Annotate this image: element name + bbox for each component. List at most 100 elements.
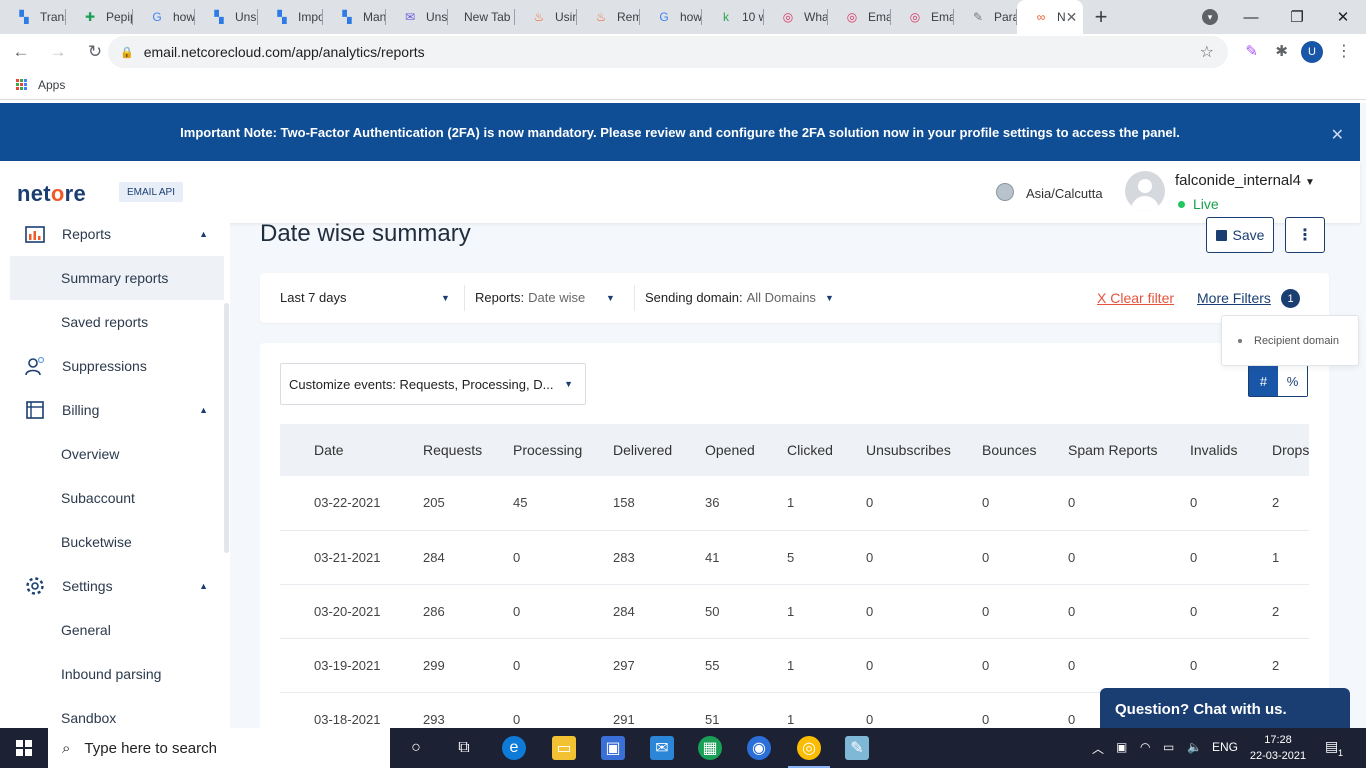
clear-filter-link[interactable]: X Clear filter [1097, 290, 1174, 306]
browser-tab[interactable]: ✉ Unsu [386, 0, 448, 34]
sidebar-item-sandbox[interactable]: Sandbox [10, 696, 224, 728]
browser-menu-icon[interactable]: ⋮ [1336, 41, 1352, 61]
close-notice-icon[interactable]: ✕ [1331, 125, 1344, 145]
address-bar[interactable]: 🔒 email.netcorecloud.com/app/analytics/r… [108, 36, 1228, 68]
username-dropdown[interactable]: falconide_internal4 ▼ [1175, 172, 1315, 189]
maximize-icon[interactable]: ❐ [1274, 0, 1320, 34]
tab-search-icon[interactable]: ▾ [1202, 9, 1218, 25]
column-header[interactable]: Invalids [1190, 424, 1272, 476]
timezone-label[interactable]: Asia/Calcutta [1026, 186, 1103, 201]
back-icon[interactable]: ← [5, 36, 37, 68]
sidebar-item-summary-reports[interactable]: Summary reports [10, 256, 224, 300]
column-header[interactable]: Spam Reports [1068, 424, 1190, 476]
minimize-icon[interactable]: — [1228, 0, 1274, 34]
table-cell: 2 [1272, 476, 1309, 531]
outlook-icon[interactable]: ◉ [747, 736, 771, 760]
notifications-icon[interactable]: ▤ [1325, 738, 1338, 755]
sending-domain-select[interactable]: Sending domain: All Domains [645, 290, 816, 305]
volume-icon[interactable]: 🔈 [1187, 740, 1202, 754]
browser-tab[interactable]: Ghow [133, 0, 195, 34]
taskbar-search-input[interactable]: ⌕ Type here to search [48, 728, 390, 768]
close-window-icon[interactable]: ✕ [1320, 0, 1366, 34]
cortana-icon[interactable]: ○ [404, 736, 428, 760]
sidebar-item-inbound-parsing[interactable]: Inbound parsing [10, 652, 224, 696]
notepad-icon[interactable]: ✎ [845, 736, 869, 760]
store-icon[interactable]: ▣ [601, 736, 625, 760]
browser-tab[interactable]: ◎ Wha [764, 0, 828, 34]
sidebar-item-subaccount[interactable]: Subaccount [10, 476, 224, 520]
sidebar-item-settings[interactable]: Settings ▲ [10, 564, 224, 608]
file-explorer-icon[interactable]: ▭ [552, 736, 576, 760]
browser-tab[interactable]: ▚ Impo [258, 0, 323, 34]
taskbar-clock[interactable]: 17:28 22-03-2021 [1248, 732, 1308, 764]
battery-icon[interactable]: ▭ [1163, 740, 1174, 754]
browser-tab[interactable]: ♨ Rem [577, 0, 640, 34]
browser-tab[interactable]: ◎ Ema [891, 0, 954, 34]
sidebar-scrollbar[interactable] [224, 303, 229, 553]
sidebar-item-bucketwise[interactable]: Bucketwise [10, 520, 224, 564]
sidebar-item-billing[interactable]: Billing ▲ [10, 388, 224, 432]
column-header[interactable]: Opened [705, 424, 787, 476]
column-header[interactable]: Date [314, 424, 423, 476]
caret-down-icon[interactable]: ▼ [606, 293, 615, 303]
sidebar-item-general[interactable]: General [10, 608, 224, 652]
email-api-badge: EMAIL API [119, 182, 183, 202]
apps-bookmark[interactable]: Apps [38, 78, 65, 92]
browser-tab[interactable]: ▚ Trans [0, 0, 66, 34]
sidebar-item-overview[interactable]: Overview [10, 432, 224, 476]
bookmark-star-icon[interactable]: ☆ [1200, 42, 1214, 62]
customize-events-select[interactable]: Customize events: Requests, Processing, … [280, 363, 586, 405]
extensions-puzzle-icon[interactable]: ✱ [1275, 42, 1288, 60]
edge-icon[interactable]: e [502, 736, 526, 760]
browser-tab[interactable]: ✚ Pepip [66, 0, 133, 34]
language-indicator[interactable]: ENG [1212, 740, 1238, 754]
table-cell: 284 [423, 530, 513, 585]
sidebar-item-suppressions[interactable]: Suppressions [10, 344, 224, 388]
reports-type-select[interactable]: Reports: Date wise [475, 290, 585, 305]
windows-start-icon[interactable] [0, 728, 48, 768]
column-header[interactable]: Requests [423, 424, 513, 476]
close-tab-icon[interactable]: ✕ [1066, 9, 1078, 26]
forward-icon[interactable]: → [42, 36, 74, 68]
netcore-logo[interactable]: netore [17, 181, 86, 207]
browser-tab[interactable]: ♨ Usin [515, 0, 577, 34]
more-options-button[interactable]: ⋮ [1285, 217, 1325, 253]
caret-down-icon[interactable]: ▼ [825, 293, 834, 303]
pen-extension-icon[interactable]: ✎ [1245, 42, 1258, 60]
mail-icon[interactable]: ✉ [650, 736, 674, 760]
browser-tab[interactable]: ✎ Para [954, 0, 1017, 34]
tray-up-arrow-icon[interactable]: ︿ [1092, 740, 1104, 757]
user-avatar[interactable] [1125, 171, 1165, 211]
column-header[interactable]: Clicked [787, 424, 866, 476]
date-range-select[interactable]: Last 7 days [280, 290, 347, 305]
browser-tab[interactable]: ◎ Ema [828, 0, 891, 34]
new-tab-icon[interactable]: + [1083, 4, 1119, 30]
browser-tab[interactable]: ∞ N ✕ [1017, 0, 1083, 34]
profile-avatar[interactable]: U [1301, 41, 1323, 63]
chat-with-us-button[interactable]: Question? Chat with us. [1100, 688, 1350, 728]
sidebar-item-saved-reports[interactable]: Saved reports [10, 300, 224, 344]
wifi-icon[interactable]: ◠ [1140, 740, 1150, 754]
count-toggle-button[interactable]: # [1249, 366, 1278, 396]
task-view-icon[interactable]: ⧉ [452, 736, 476, 760]
save-button[interactable]: Save [1206, 217, 1274, 253]
percent-toggle-button[interactable]: % [1278, 366, 1307, 396]
sidebar-item-reports[interactable]: Reports ▲ [10, 223, 224, 256]
browser-tab[interactable]: New Tab [448, 0, 515, 34]
column-header[interactable]: Bounces [982, 424, 1068, 476]
browser-tab[interactable]: ▚ Man [323, 0, 386, 34]
browser-tab[interactable]: k 10 w [702, 0, 764, 34]
browser-tab[interactable]: Ghow [640, 0, 702, 34]
column-header[interactable]: Drops [1272, 424, 1309, 476]
sheets-icon[interactable]: ▦ [698, 736, 722, 760]
more-filters-link[interactable]: More Filters [1197, 290, 1271, 306]
column-header[interactable]: Delivered [613, 424, 705, 476]
tray-device-icon[interactable]: ▣ [1116, 740, 1127, 754]
browser-tab[interactable]: ▚ Unsu [195, 0, 258, 34]
column-header[interactable]: Processing [513, 424, 613, 476]
caret-down-icon: ▼ [564, 379, 573, 389]
chrome-icon[interactable]: ◎ [797, 736, 821, 760]
reload-icon[interactable]: ↻ [79, 36, 111, 68]
caret-down-icon[interactable]: ▼ [441, 293, 450, 303]
column-header[interactable]: Unsubscribes [866, 424, 982, 476]
